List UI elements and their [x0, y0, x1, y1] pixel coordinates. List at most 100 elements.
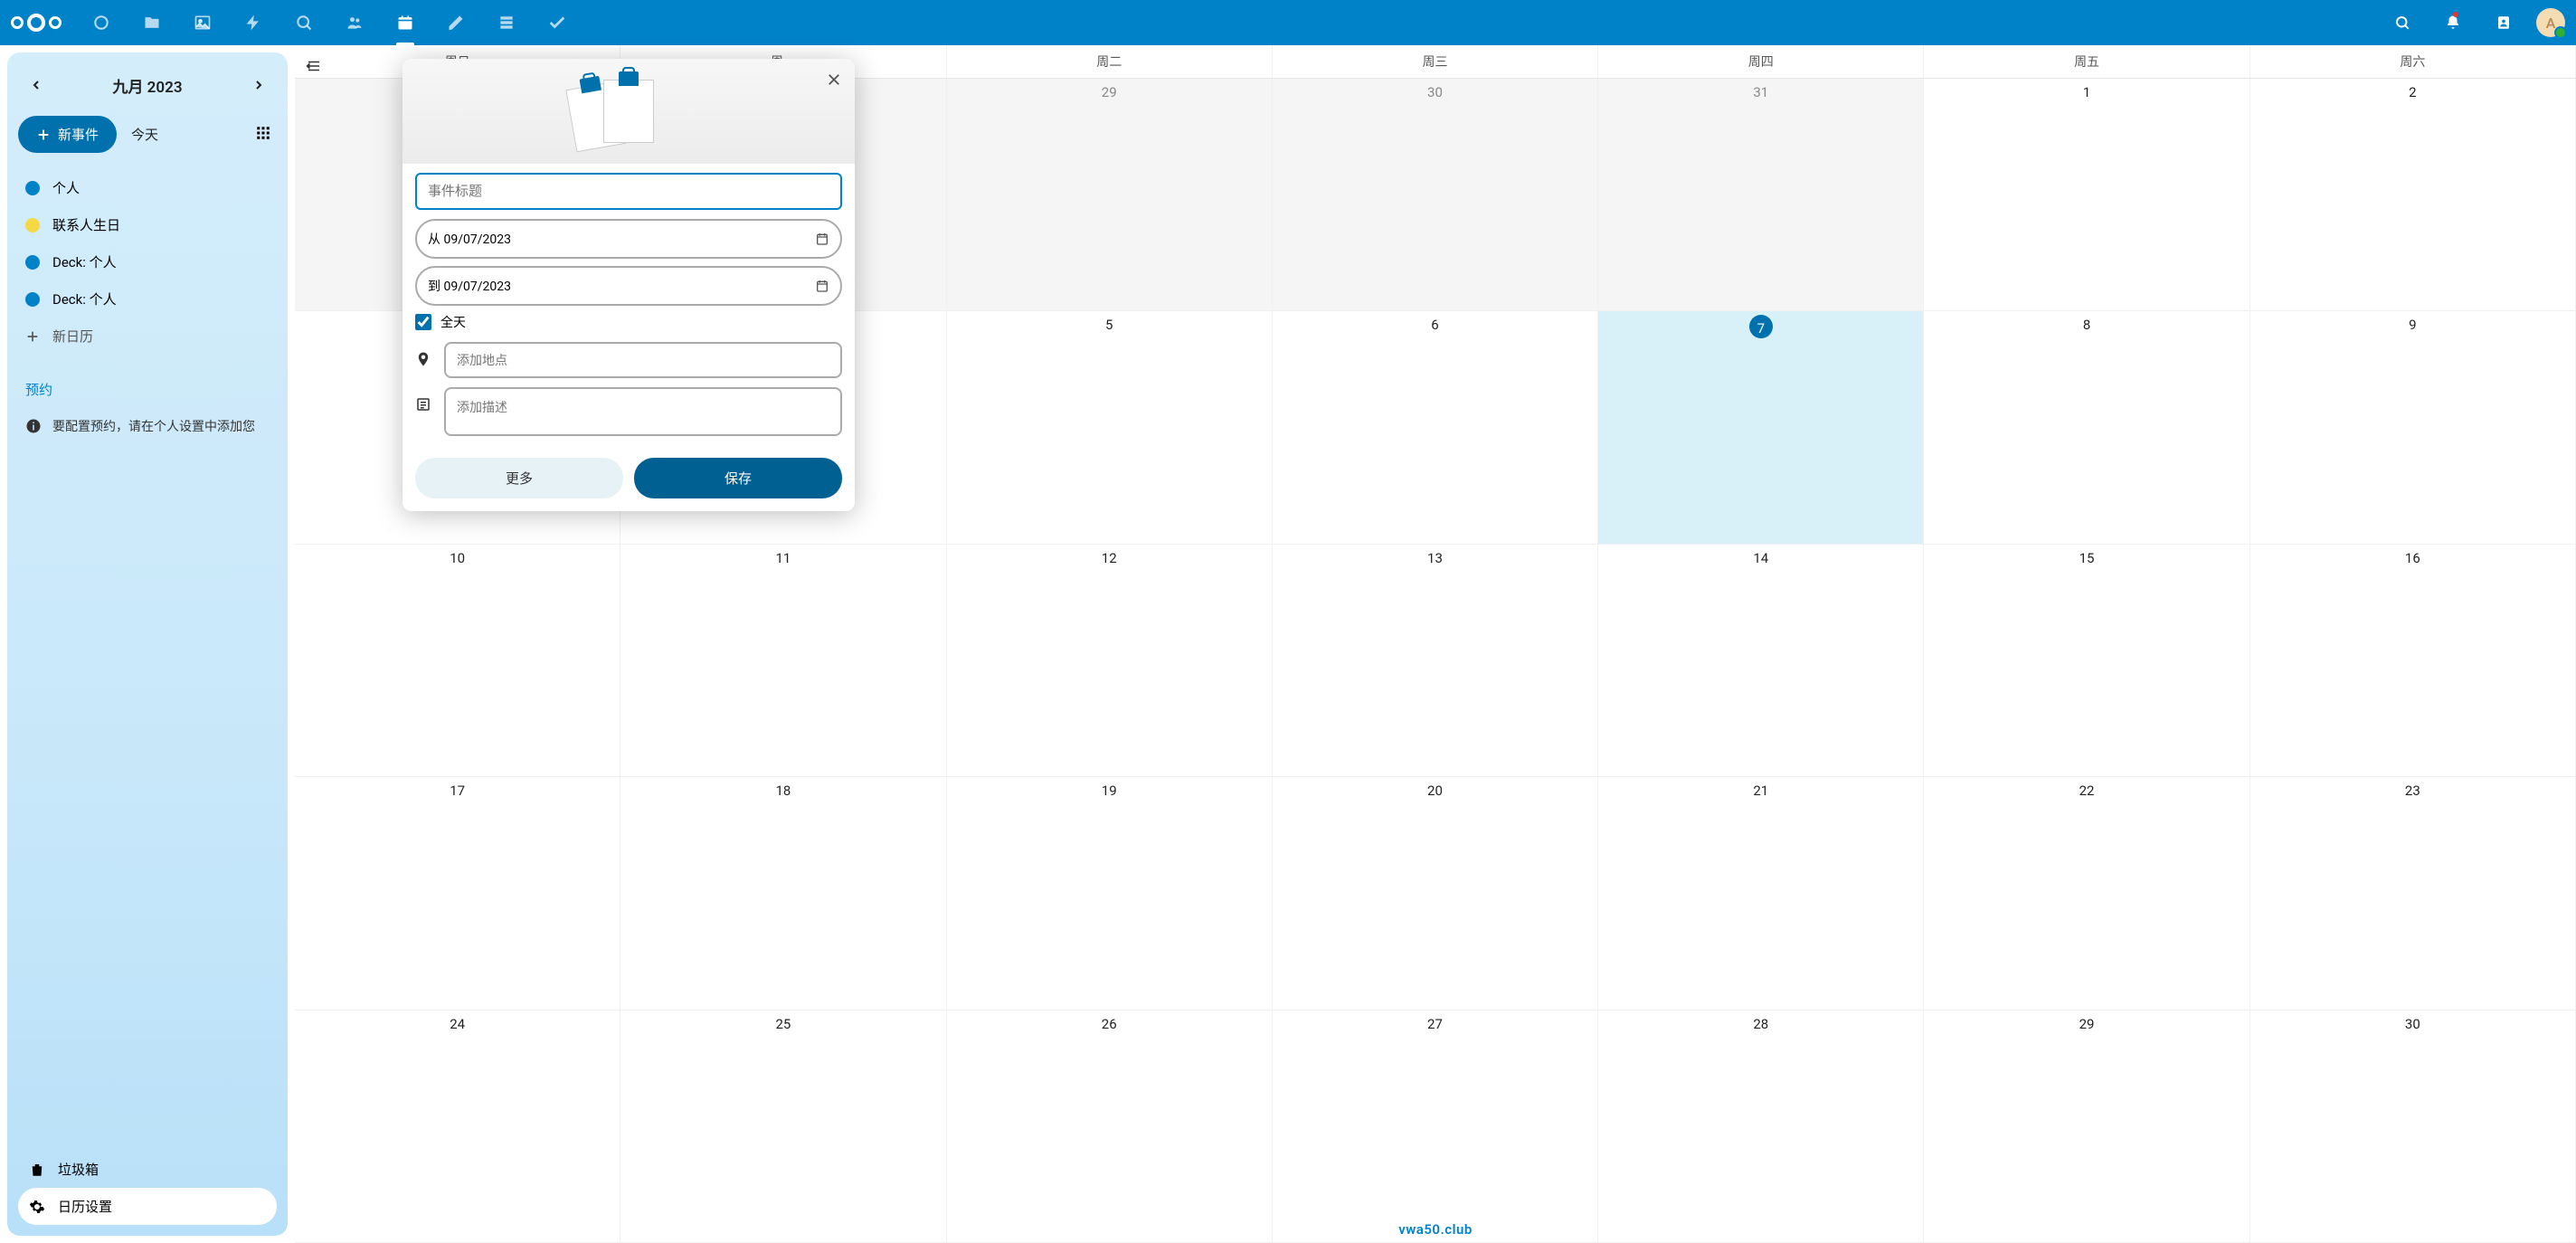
notes-icon[interactable] [434, 1, 478, 44]
day-number: 2 [2258, 82, 2568, 100]
day-number: 29 [1931, 1014, 2241, 1032]
event-popup: 从 09/07/2023 到 09/07/2023 全天 更多 保存 [402, 59, 855, 511]
month-nav: 九月 2023 [18, 63, 277, 107]
day-cell[interactable]: 30 [2250, 1011, 2576, 1243]
day-number: 21 [1605, 781, 1916, 799]
day-cell[interactable]: 31 [1598, 79, 1924, 311]
day-number: 6 [1280, 315, 1590, 333]
tasks-icon[interactable] [535, 1, 579, 44]
day-cell[interactable]: 13 [1273, 545, 1598, 777]
day-cell[interactable]: 19 [947, 777, 1273, 1010]
calendar-item[interactable]: Deck: 个人 [18, 280, 277, 318]
day-cell[interactable]: 14 [1598, 545, 1924, 777]
location-input[interactable] [444, 342, 842, 378]
calendar-item[interactable]: 联系人生日 [18, 206, 277, 243]
trash-button[interactable]: 垃圾箱 [18, 1151, 277, 1188]
sidebar-collapse-button[interactable] [300, 52, 327, 80]
day-cell[interactable]: 21 [1598, 777, 1924, 1010]
more-button[interactable]: 更多 [415, 458, 623, 498]
calendar-name: 个人 [52, 178, 80, 197]
next-month-button[interactable] [244, 71, 273, 100]
app-nav [80, 1, 579, 44]
day-number: 22 [1931, 781, 2241, 799]
day-cell[interactable]: 9 [2250, 311, 2576, 544]
appointment-hint: 要配置预约，请在个人设置中添加您 [18, 408, 277, 444]
day-header: 周二 [947, 45, 1273, 78]
files-icon[interactable] [130, 1, 174, 44]
calendar-list: 个人联系人生日 Deck: 个人 Deck: 个人 [18, 169, 277, 318]
calendar-name: Deck: 个人 [52, 252, 117, 271]
view-toggle-button[interactable] [250, 119, 277, 150]
location-icon [415, 342, 433, 371]
new-calendar-button[interactable]: 新日历 [18, 318, 277, 355]
day-cell[interactable]: 30 [1273, 79, 1598, 311]
day-number: 17 [302, 781, 612, 799]
day-number: 18 [628, 781, 938, 799]
prev-month-button[interactable] [22, 71, 51, 100]
day-cell[interactable]: 25 [620, 1011, 946, 1243]
day-cell[interactable]: 17 [295, 777, 620, 1010]
calendar-color-dot [25, 181, 40, 195]
day-header: 周六 [2250, 45, 2576, 78]
user-avatar[interactable]: A [2536, 8, 2565, 37]
day-cell[interactable]: 27 [1273, 1011, 1598, 1243]
today-button[interactable]: 今天 [128, 118, 162, 151]
day-cell[interactable]: 28 [1598, 1011, 1924, 1243]
photos-icon[interactable] [181, 1, 224, 44]
day-cell[interactable]: 10 [295, 545, 620, 777]
search-icon[interactable] [2384, 5, 2420, 41]
day-cell[interactable]: 29 [1924, 1011, 2249, 1243]
day-cell[interactable]: 2 [2250, 79, 2576, 311]
day-cell[interactable]: 26 [947, 1011, 1273, 1243]
day-number: 9 [2258, 315, 2568, 333]
day-number: 11 [628, 548, 938, 566]
calendar-nav-icon[interactable] [384, 1, 427, 44]
day-cell[interactable]: 15 [1924, 545, 2249, 777]
calendar-settings-button[interactable]: 日历设置 [18, 1188, 277, 1225]
save-button[interactable]: 保存 [634, 458, 842, 498]
day-number: 30 [1280, 82, 1590, 100]
activity-icon[interactable] [232, 1, 275, 44]
description-input[interactable] [444, 387, 842, 436]
to-date-input[interactable]: 到 09/07/2023 [415, 266, 842, 306]
nextcloud-logo[interactable] [11, 14, 62, 32]
day-number: 23 [2258, 781, 2568, 799]
day-cell[interactable]: 24 [295, 1011, 620, 1243]
calendar-item[interactable]: Deck: 个人 [18, 243, 277, 280]
day-cell[interactable]: 22 [1924, 777, 2249, 1010]
calendar-color-dot [25, 218, 40, 232]
header-right: A [2384, 5, 2565, 41]
day-cell[interactable]: 5 [947, 311, 1273, 544]
day-number: 10 [302, 548, 612, 566]
from-date-input[interactable]: 从 09/07/2023 [415, 219, 842, 259]
deck-icon[interactable] [485, 1, 528, 44]
dashboard-icon[interactable] [80, 1, 123, 44]
day-number: 5 [954, 315, 1264, 333]
day-cell[interactable]: 1 [1924, 79, 2249, 311]
notifications-icon[interactable] [2435, 5, 2471, 41]
day-cell[interactable]: 11 [620, 545, 946, 777]
day-cell[interactable]: 23 [2250, 777, 2576, 1010]
day-cell[interactable]: 7 [1598, 311, 1924, 544]
day-cell[interactable]: 12 [947, 545, 1273, 777]
day-number: 7 [1749, 315, 1773, 338]
day-cell[interactable]: 29 [947, 79, 1273, 311]
search-nav-icon[interactable] [282, 1, 326, 44]
appointment-section-label: 预约 [18, 371, 277, 408]
day-cell[interactable]: 18 [620, 777, 946, 1010]
event-title-input[interactable] [415, 173, 842, 210]
new-event-button[interactable]: 新事件 [18, 116, 117, 153]
day-cell[interactable]: 6 [1273, 311, 1598, 544]
contacts-nav-icon[interactable] [333, 1, 376, 44]
calendar-item[interactable]: 个人 [18, 169, 277, 206]
day-number: 13 [1280, 548, 1590, 566]
day-cell[interactable]: 16 [2250, 545, 2576, 777]
contacts-menu-icon[interactable] [2486, 5, 2522, 41]
day-cell[interactable]: 8 [1924, 311, 2249, 544]
day-number: 26 [954, 1014, 1264, 1032]
all-day-checkbox[interactable]: 全天 [415, 313, 842, 331]
day-number: 14 [1605, 548, 1916, 566]
close-icon[interactable] [822, 68, 846, 95]
day-cell[interactable]: 20 [1273, 777, 1598, 1010]
day-number: 30 [2258, 1014, 2568, 1032]
